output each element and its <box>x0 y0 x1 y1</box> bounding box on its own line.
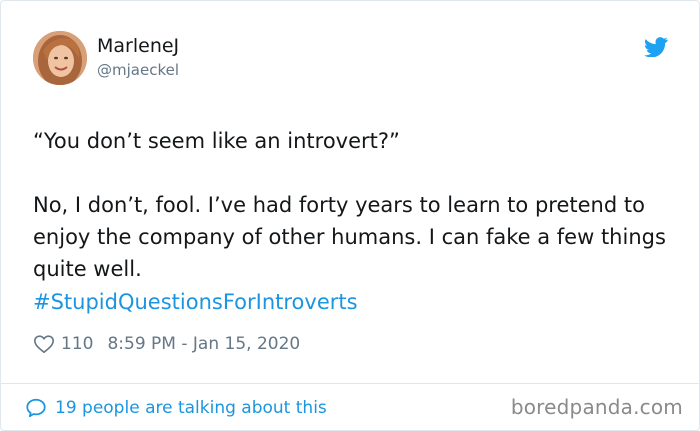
conversation-label: 19 people are talking about this <box>55 398 327 418</box>
speech-bubble-icon <box>26 398 46 418</box>
heart-icon[interactable] <box>33 333 55 355</box>
avatar[interactable] <box>33 31 87 85</box>
user-handle[interactable]: @mjaeckel <box>97 61 179 79</box>
conversation-link[interactable]: 19 people are talking about this <box>25 395 327 421</box>
tweet-meta: 110 8:59 PM - Jan 15, 2020 <box>33 332 300 356</box>
like-count[interactable]: 110 <box>61 334 93 354</box>
tweet-card: MarleneJ @mjaeckel “You don’t seem like … <box>0 0 700 431</box>
tweet-text: “You don’t seem like an introvert?” No, … <box>33 129 666 281</box>
divider <box>1 383 699 384</box>
avatar-image <box>33 31 87 85</box>
watermark-text: boredpanda.com <box>510 395 683 419</box>
display-name[interactable]: MarleneJ <box>97 35 179 57</box>
twitter-bird-icon[interactable] <box>644 37 668 57</box>
tweet-timestamp[interactable]: 8:59 PM - Jan 15, 2020 <box>107 334 300 354</box>
hashtag-link[interactable]: #StupidQuestionsForIntroverts <box>33 286 358 318</box>
